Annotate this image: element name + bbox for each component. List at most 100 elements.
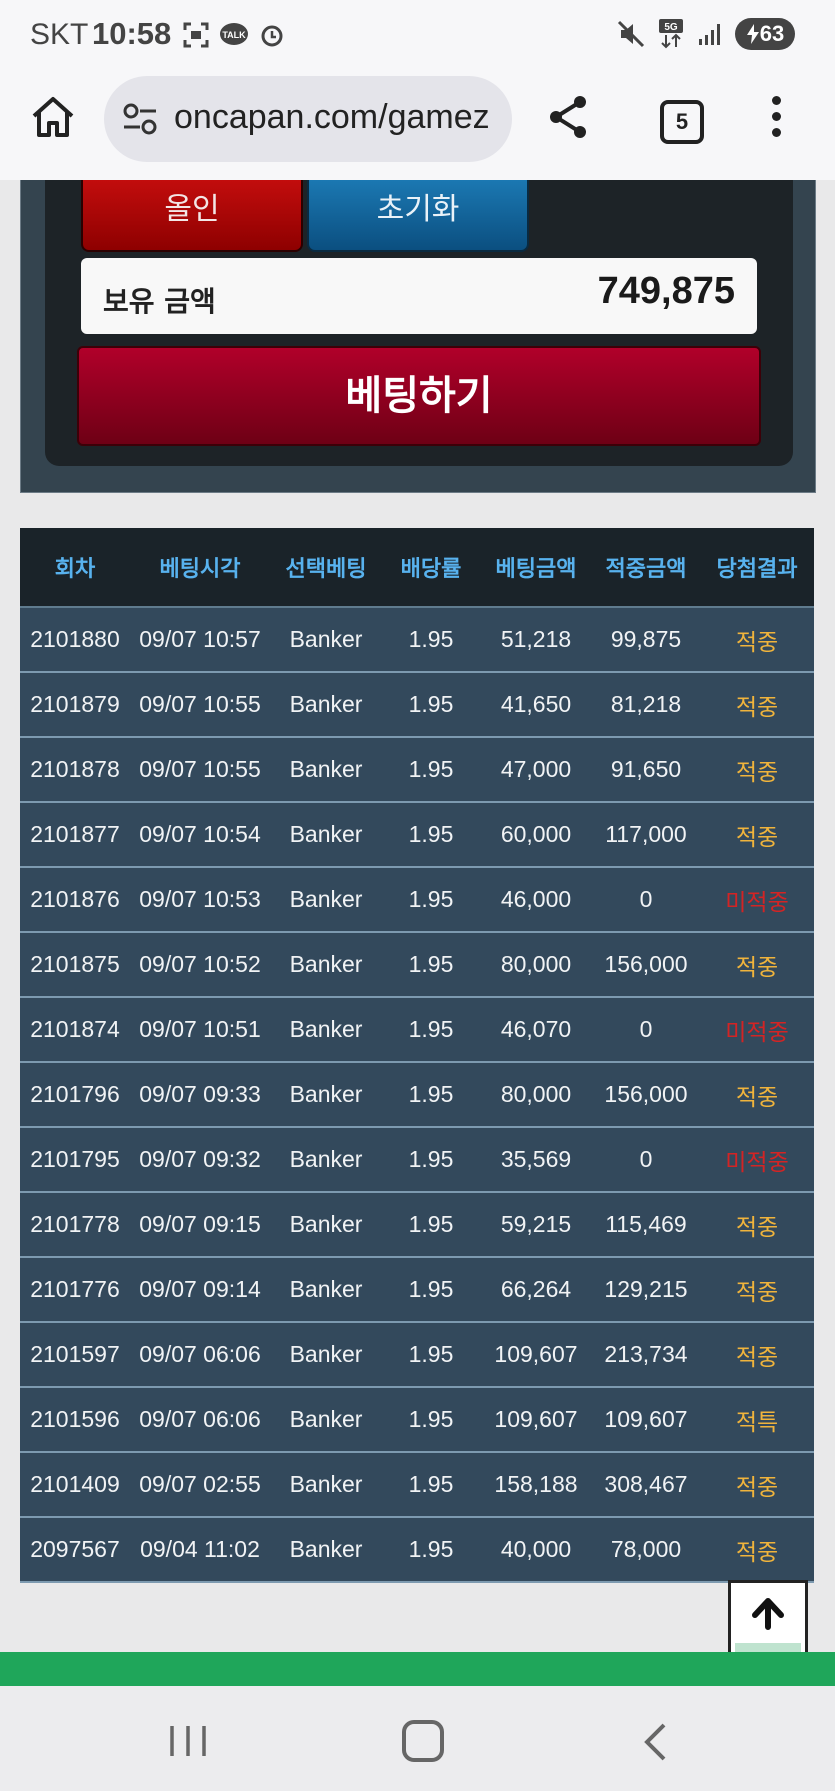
row-win-amount: 117,000	[592, 802, 700, 868]
row-round: 2101596	[20, 1387, 130, 1453]
share-icon[interactable]	[546, 94, 590, 140]
row-odds: 1.95	[382, 1062, 480, 1128]
row-bet-amount: 109,607	[480, 1322, 592, 1388]
row-result: 적중	[700, 1517, 814, 1583]
row-pick: Banker	[270, 997, 382, 1063]
row-bet-amount: 46,000	[480, 867, 592, 933]
row-pick: Banker	[270, 1387, 382, 1453]
clock: 10:58	[92, 16, 172, 51]
back-icon[interactable]	[642, 1722, 668, 1762]
row-win-amount: 99,875	[592, 607, 700, 673]
header-round: 회차	[20, 528, 130, 608]
row-result: 적중	[700, 607, 814, 673]
row-bet-amount: 41,650	[480, 672, 592, 738]
row-bet-amount: 158,188	[480, 1452, 592, 1518]
row-odds: 1.95	[382, 1517, 480, 1583]
browser-toolbar: oncapan.com/gamez 5	[0, 72, 835, 180]
row-odds: 1.95	[382, 672, 480, 738]
betting-history-table: 회차 베팅시각 선택베팅 배당률 베팅금액 적중금액 당첨결과 2101880 0…	[20, 528, 814, 1583]
recent-apps-icon[interactable]	[168, 1724, 208, 1758]
table-row: 2101597 09/07 06:06 Banker 1.95 109,607 213,7…	[20, 1322, 814, 1388]
table-row: 2101879 09/07 10:55 Banker 1.95 41,650 81,218…	[20, 672, 814, 738]
balance-display: 보유 금액 749,875	[81, 258, 757, 334]
row-bet-amount: 60,000	[480, 802, 592, 868]
carrier-label: SKT	[30, 18, 89, 51]
row-win-amount: 308,467	[592, 1452, 700, 1518]
battery-level: 63	[759, 21, 785, 46]
row-result: 적중	[700, 932, 814, 998]
row-bet-time: 09/07 10:52	[130, 932, 270, 998]
table-row: 2101596 09/07 06:06 Banker 1.95 109,607 109,6…	[20, 1387, 814, 1453]
row-bet-time: 09/04 11:02	[130, 1517, 270, 1583]
tab-switcher-button[interactable]: 5	[660, 100, 704, 144]
row-pick: Banker	[270, 1127, 382, 1193]
balance-label: 보유 금액	[103, 285, 216, 318]
row-bet-amount: 66,264	[480, 1257, 592, 1323]
notification-icons: TALK	[183, 22, 285, 48]
site-settings-icon[interactable]	[122, 102, 158, 136]
more-menu-icon[interactable]	[772, 96, 784, 144]
row-round: 2101879	[20, 672, 130, 738]
scroll-to-top-button[interactable]	[728, 1580, 808, 1660]
place-bet-button[interactable]: 베팅하기	[77, 346, 761, 446]
row-win-amount: 115,469	[592, 1192, 700, 1258]
all-in-button[interactable]: 올인	[81, 180, 303, 252]
row-bet-amount: 51,218	[480, 607, 592, 673]
row-bet-amount: 80,000	[480, 1062, 592, 1128]
row-round: 2101875	[20, 932, 130, 998]
charging-icon	[746, 24, 759, 44]
row-win-amount: 0	[592, 867, 700, 933]
home-nav-button[interactable]	[402, 1720, 444, 1762]
row-round: 2101874	[20, 997, 130, 1063]
balance-value: 749,875	[597, 270, 735, 312]
row-round: 2101796	[20, 1062, 130, 1128]
row-bet-time: 09/07 10:53	[130, 867, 270, 933]
row-bet-amount: 80,000	[480, 932, 592, 998]
row-win-amount: 91,650	[592, 737, 700, 803]
row-result: 미적중	[700, 867, 814, 933]
status-bar: SKT 10:58 TALK 5G 63	[0, 0, 835, 72]
row-bet-time: 09/07 10:54	[130, 802, 270, 868]
row-round: 2101597	[20, 1322, 130, 1388]
row-win-amount: 129,215	[592, 1257, 700, 1323]
table-header-row: 회차 베팅시각 선택베팅 배당률 베팅금액 적중금액 당첨결과	[20, 528, 814, 608]
table-row: 2101874 09/07 10:51 Banker 1.95 46,070 0 미적중	[20, 997, 814, 1063]
row-result: 적중	[700, 1257, 814, 1323]
header-win-amount: 적중금액	[592, 528, 700, 608]
row-win-amount: 109,607	[592, 1387, 700, 1453]
betting-panel-inner: 올인 초기화 보유 금액 749,875 베팅하기	[45, 180, 793, 466]
row-result: 적중	[700, 1062, 814, 1128]
row-win-amount: 78,000	[592, 1517, 700, 1583]
row-bet-amount: 46,070	[480, 997, 592, 1063]
table-row: 2101409 09/07 02:55 Banker 1.95 158,188 308,4…	[20, 1452, 814, 1518]
table-row: 2097567 09/04 11:02 Banker 1.95 40,000 78,000…	[20, 1517, 814, 1583]
row-bet-amount: 40,000	[480, 1517, 592, 1583]
url-text[interactable]: oncapan.com/gamez	[174, 98, 490, 137]
row-bet-amount: 47,000	[480, 737, 592, 803]
row-bet-time: 09/07 10:51	[130, 997, 270, 1063]
row-bet-time: 09/07 09:33	[130, 1062, 270, 1128]
row-pick: Banker	[270, 1192, 382, 1258]
header-odds: 배당률	[382, 528, 480, 608]
mute-icon	[617, 20, 645, 48]
row-odds: 1.95	[382, 1257, 480, 1323]
row-odds: 1.95	[382, 1387, 480, 1453]
row-result: 적중	[700, 1452, 814, 1518]
row-round: 2101776	[20, 1257, 130, 1323]
row-odds: 1.95	[382, 737, 480, 803]
reset-button[interactable]: 초기화	[307, 180, 529, 252]
row-pick: Banker	[270, 737, 382, 803]
screenshot-icon	[183, 22, 209, 48]
row-result: 미적중	[700, 1127, 814, 1193]
row-pick: Banker	[270, 1257, 382, 1323]
row-pick: Banker	[270, 802, 382, 868]
row-round: 2101795	[20, 1127, 130, 1193]
row-result: 적특	[700, 1387, 814, 1453]
row-win-amount: 156,000	[592, 1062, 700, 1128]
address-bar[interactable]: oncapan.com/gamez	[104, 76, 512, 162]
row-bet-time: 09/07 09:15	[130, 1192, 270, 1258]
battery-indicator: 63	[735, 18, 795, 50]
home-icon[interactable]	[30, 94, 76, 140]
row-pick: Banker	[270, 672, 382, 738]
row-win-amount: 81,218	[592, 672, 700, 738]
